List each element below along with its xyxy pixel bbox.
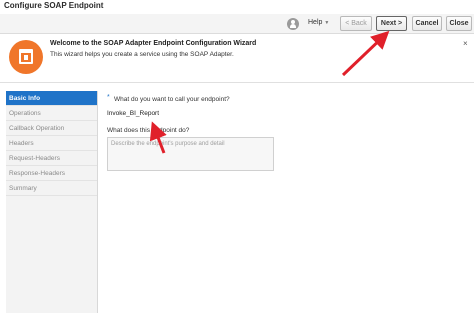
basic-info-form: * What do you want to call your endpoint… bbox=[104, 91, 474, 313]
title-bar: Configure SOAP Endpoint bbox=[0, 0, 474, 14]
welcome-banner: Welcome to the SOAP Adapter Endpoint Con… bbox=[0, 35, 474, 83]
next-button[interactable]: Next > bbox=[376, 16, 407, 31]
window-title: Configure SOAP Endpoint bbox=[4, 1, 104, 10]
help-label: Help bbox=[308, 19, 323, 26]
step-headers[interactable]: Headers bbox=[6, 136, 97, 151]
endpoint-name-field[interactable]: Invoke_BI_Report bbox=[107, 110, 159, 117]
cancel-button[interactable]: Cancel bbox=[412, 16, 442, 31]
user-icon[interactable] bbox=[287, 18, 299, 30]
chevron-down-icon: ▼ bbox=[324, 20, 330, 26]
banner-subtitle: This wizard helps you create a service u… bbox=[50, 51, 234, 58]
step-callback-operation[interactable]: Callback Operation bbox=[6, 121, 97, 136]
step-request-headers[interactable]: Request-Headers bbox=[6, 151, 97, 166]
endpoint-description-label: What does this endpoint do? bbox=[107, 127, 190, 134]
help-menu[interactable]: Help ▼ bbox=[308, 19, 329, 26]
endpoint-name-label: What do you want to call your endpoint? bbox=[114, 96, 230, 103]
close-button[interactable]: Close bbox=[446, 16, 472, 31]
required-marker: * bbox=[107, 94, 110, 101]
soap-adapter-icon bbox=[9, 40, 43, 74]
back-button[interactable]: < Back bbox=[340, 16, 372, 31]
step-response-headers[interactable]: Response-Headers bbox=[6, 166, 97, 181]
step-basic-info[interactable]: Basic Info bbox=[6, 91, 97, 106]
banner-title: Welcome to the SOAP Adapter Endpoint Con… bbox=[50, 40, 257, 47]
step-summary[interactable]: Summary bbox=[6, 181, 97, 196]
close-icon[interactable]: × bbox=[463, 39, 468, 48]
wizard-steps: Basic Info Operations Callback Operation… bbox=[6, 91, 98, 313]
endpoint-description-field[interactable]: Describe the endpoint's purpose and deta… bbox=[107, 137, 274, 171]
description-placeholder: Describe the endpoint's purpose and deta… bbox=[111, 141, 225, 147]
step-operations[interactable]: Operations bbox=[6, 106, 97, 121]
